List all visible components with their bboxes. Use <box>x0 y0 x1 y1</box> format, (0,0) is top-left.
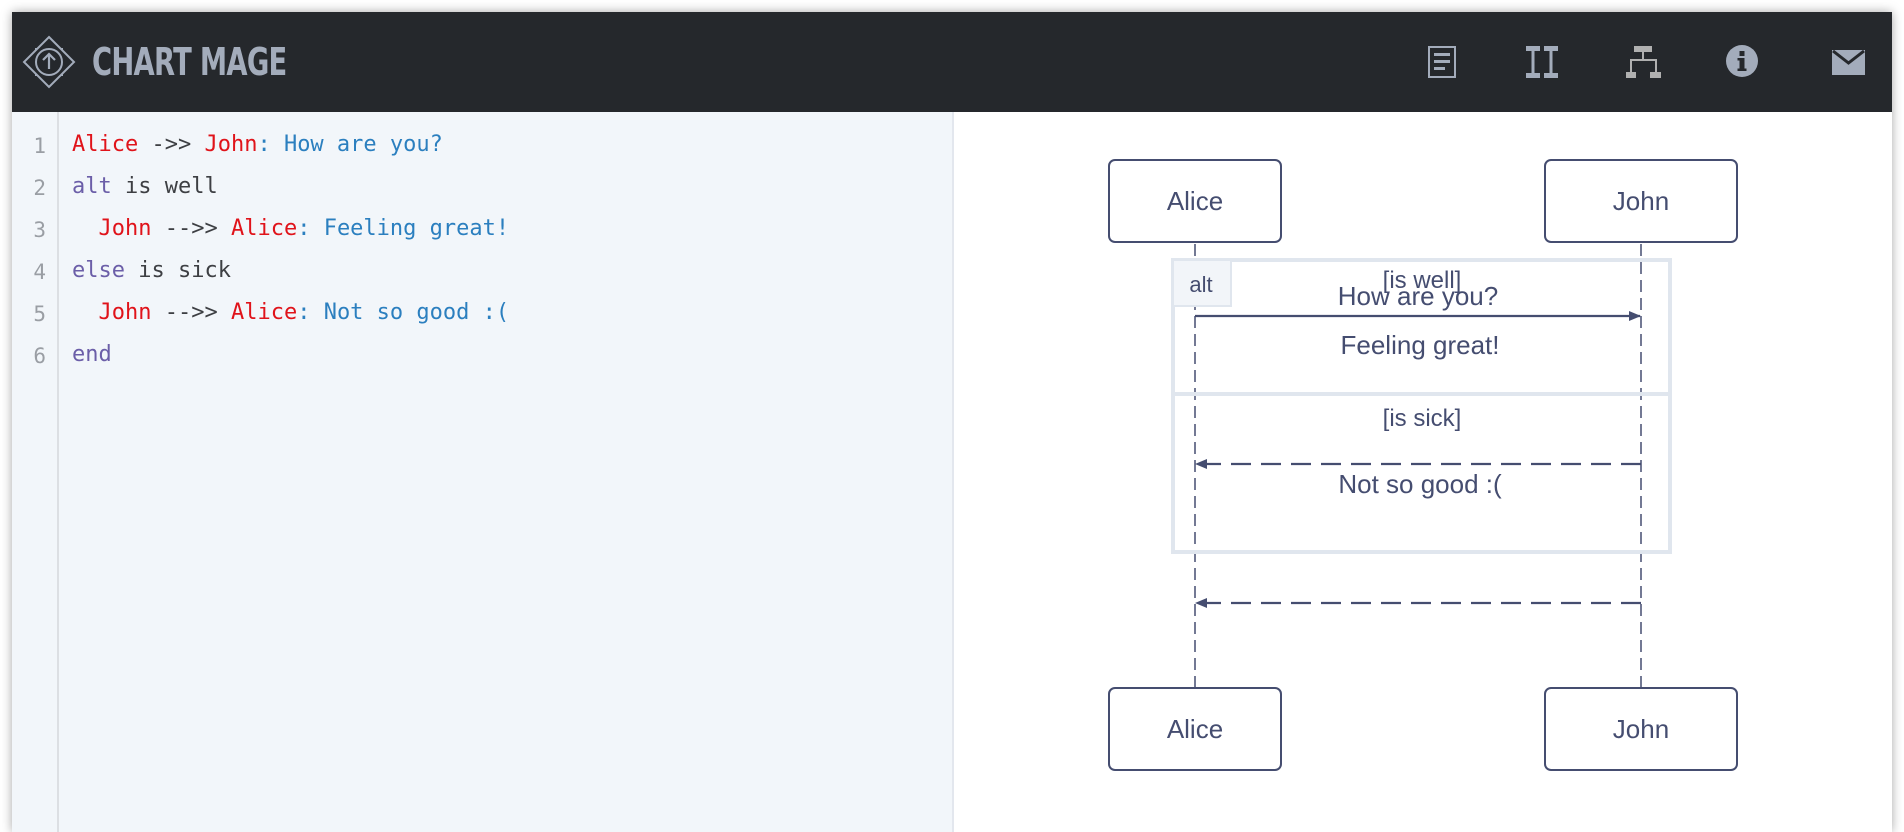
text-cursor-icon[interactable] <box>1526 46 1559 78</box>
code-token-arrow: -->> <box>151 300 231 325</box>
actor-box-alice-bottom: Alice <box>1108 687 1282 771</box>
code-token-kw: else <box>72 258 125 283</box>
code-token-arrow: ->> <box>138 132 205 157</box>
actor-label: Alice <box>1167 714 1223 744</box>
info-icon[interactable] <box>1726 45 1758 77</box>
actor-label: John <box>1613 186 1669 216</box>
code-editor[interactable]: 123456 Alice ->> John: How are you? alt i… <box>12 112 954 832</box>
actor-box-john-bottom: John <box>1544 687 1738 771</box>
sitemap-icon[interactable] <box>1626 46 1661 78</box>
code-token-actor: John <box>98 300 152 325</box>
code-token-actor: Alice <box>230 216 298 241</box>
code-token-txt: is well <box>111 174 218 199</box>
mail-icon[interactable] <box>1832 50 1865 75</box>
message-label: Feeling great! <box>1341 330 1500 360</box>
code-token-actor: Alice <box>72 132 139 157</box>
code-token-arrow: -->> <box>151 216 231 241</box>
message-label: How are you? <box>1338 281 1498 311</box>
line-number: 3 <box>33 218 46 242</box>
code-line[interactable]: end <box>72 342 112 367</box>
line-number: 2 <box>33 176 46 200</box>
code-token-txt: is sick <box>124 258 231 283</box>
line-number: 6 <box>33 344 46 368</box>
code-token-actor: John <box>98 216 152 241</box>
actor-box-john-top: John <box>1544 159 1738 243</box>
code-token-kw: end <box>72 342 112 367</box>
code-token-kw: alt <box>72 174 112 199</box>
message-label: Not so good :( <box>1338 469 1502 499</box>
line-number: 1 <box>33 134 46 158</box>
app-title: CHART MAGE <box>92 40 287 84</box>
actor-box-alice-top: Alice <box>1108 159 1282 243</box>
app-window: CHART MAGE 1 2 3 4 5 6 Alice ->> John: H… <box>12 12 1892 832</box>
top-navbar: CHART MAGE <box>12 12 1892 112</box>
code-line[interactable]: else is sick <box>72 258 231 283</box>
code-line[interactable]: Alice ->> John: How are you? <box>72 132 443 157</box>
alt-label: alt <box>1189 272 1212 297</box>
code-token-msg: : Feeling great! <box>297 216 510 241</box>
code-token-msg: : Not so good :( <box>297 300 510 325</box>
sequence-diagram: alt [is well] [is sick] Alice John How a… <box>1108 159 1738 771</box>
code-token-actor: Alice <box>230 300 298 325</box>
code-token-actor: John <box>204 132 258 157</box>
alt-condition-sick: [is sick] <box>1383 405 1462 432</box>
code-line[interactable]: John -->> Alice: Not so good :( <box>72 300 510 325</box>
code-token-msg: : How are you? <box>257 132 443 157</box>
line-number-gutter: 1 2 3 4 5 6 <box>12 112 59 832</box>
code-line[interactable]: alt is well <box>72 174 218 199</box>
actor-label: Alice <box>1167 186 1223 216</box>
diagram-preview: alt [is well] [is sick] Alice John How a… <box>954 112 1892 832</box>
actor-label: John <box>1613 714 1669 744</box>
code-line[interactable]: John -->> Alice: Feeling great! <box>72 216 510 241</box>
line-number: 5 <box>33 302 46 326</box>
chart-mage-logo-icon[interactable] <box>22 35 76 89</box>
line-number: 4 <box>33 260 46 284</box>
document-icon[interactable] <box>1428 46 1456 78</box>
